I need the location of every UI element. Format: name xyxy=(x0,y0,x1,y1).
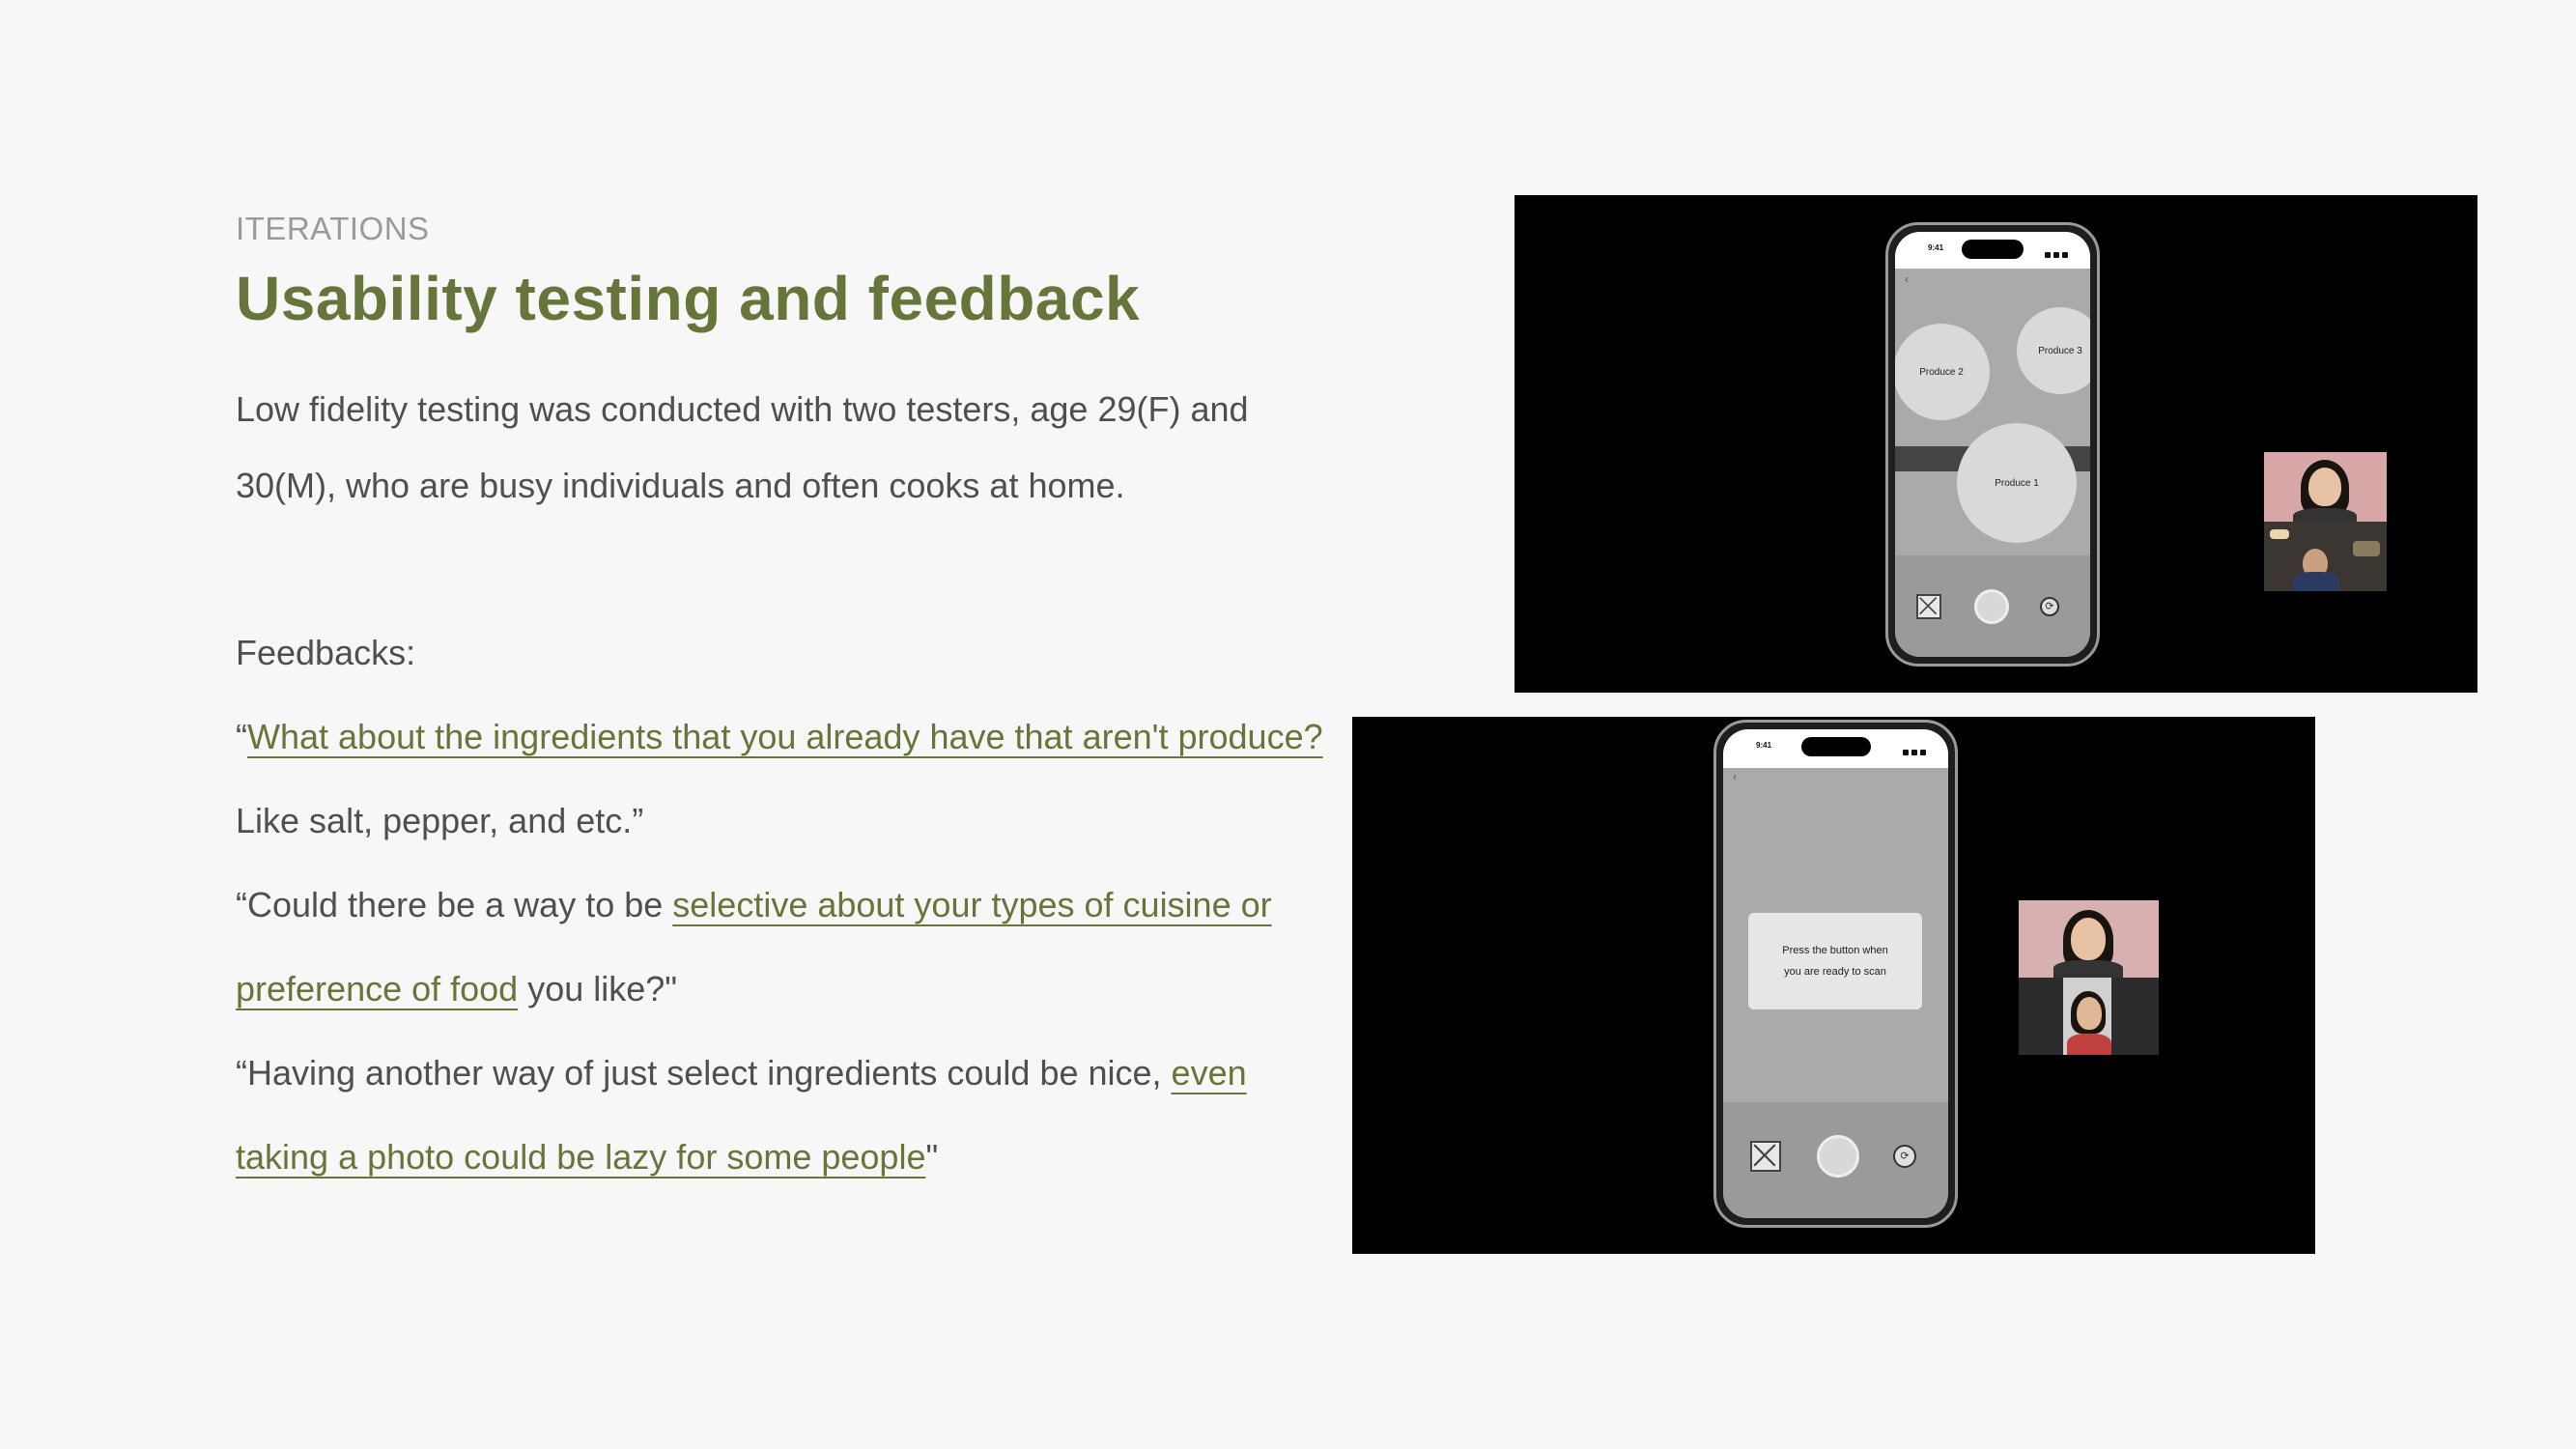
participant-video-1 xyxy=(2019,900,2159,978)
quote-open: “Could there be a way to be xyxy=(236,885,673,924)
gallery-icon[interactable] xyxy=(1916,594,1941,619)
feedback-quote-3: “Having another way of just select ingre… xyxy=(236,1031,1327,1199)
page-title: Usability testing and feedback xyxy=(236,264,1141,333)
prompt-line-1: Press the button when xyxy=(1782,945,1888,956)
feedback-quote-1: “What about the ingredients that you alr… xyxy=(236,695,1327,863)
phone-mockup: 9:41 ‹ Press the button when you are rea… xyxy=(1713,720,1958,1228)
signal-battery-icon xyxy=(1900,743,1929,755)
camera-toolbar: ⟳ xyxy=(1895,555,2090,657)
status-bar: 9:41 xyxy=(1895,232,2090,269)
signal-battery-icon xyxy=(2042,245,2071,258)
phone-screen: 9:41 ‹ Press the button when you are rea… xyxy=(1723,729,1948,1218)
flip-camera-icon[interactable]: ⟳ xyxy=(2040,597,2059,616)
shutter-button[interactable] xyxy=(1974,589,2009,624)
quote-rest: you like?" xyxy=(518,969,678,1009)
shutter-button[interactable] xyxy=(1817,1135,1859,1178)
feedback-quote-2: “Could there be a way to be selective ab… xyxy=(236,863,1327,1031)
participant-video-1 xyxy=(2264,452,2387,522)
produce-bubble-1[interactable]: Produce 1 xyxy=(1957,423,2077,543)
feedback-heading: Feedbacks: xyxy=(236,633,416,672)
participant-video-2 xyxy=(2264,522,2387,591)
feedback-section: Feedbacks: “What about the ingredients t… xyxy=(236,611,1327,1199)
flip-camera-icon[interactable]: ⟳ xyxy=(1893,1145,1916,1168)
quote-open: “Having another way of just select ingre… xyxy=(236,1053,1172,1093)
testing-screenshot-scan: 9:41 ‹ Press the button when you are rea… xyxy=(1352,717,2315,1254)
produce-bubble-2[interactable]: Produce 2 xyxy=(1895,324,1990,420)
gallery-icon[interactable] xyxy=(1750,1141,1781,1172)
phone-mockup: 9:41 ‹ Produce 2 Produce 3 Produce 1 ⟳ xyxy=(1885,222,2100,667)
status-time: 9:41 xyxy=(1756,741,1772,750)
dynamic-island xyxy=(1800,737,1871,756)
camera-toolbar: ⟳ xyxy=(1723,1102,1948,1218)
video-call-thumbnail xyxy=(2264,452,2387,591)
eyebrow-label: ITERATIONS xyxy=(236,211,430,246)
status-time: 9:41 xyxy=(1928,243,1944,252)
quote-open: “ xyxy=(236,717,247,756)
scan-prompt-card: Press the button when you are ready to s… xyxy=(1748,913,1922,1009)
dynamic-island xyxy=(1962,240,2024,259)
participant-video-2 xyxy=(2019,978,2159,1055)
back-chevron-icon[interactable]: ‹ xyxy=(1905,272,1909,286)
prompt-line-2: you are ready to scan xyxy=(1784,966,1886,978)
produce-bubble-3[interactable]: Produce 3 xyxy=(2017,307,2090,394)
status-bar: 9:41 xyxy=(1723,729,1948,768)
testing-screenshot-produce: 9:41 ‹ Produce 2 Produce 3 Produce 1 ⟳ xyxy=(1514,195,2477,693)
quote-rest: Like salt, pepper, and etc.” xyxy=(236,801,644,840)
phone-screen: 9:41 ‹ Produce 2 Produce 3 Produce 1 ⟳ xyxy=(1895,232,2090,657)
intro-text: Low fidelity testing was conducted with … xyxy=(236,389,1249,505)
video-call-thumbnail xyxy=(2019,900,2159,1055)
back-chevron-icon[interactable]: ‹ xyxy=(1733,770,1737,783)
quote-1-link[interactable]: What about the ingredients that you alre… xyxy=(247,717,1323,756)
quote-rest: " xyxy=(925,1137,939,1177)
